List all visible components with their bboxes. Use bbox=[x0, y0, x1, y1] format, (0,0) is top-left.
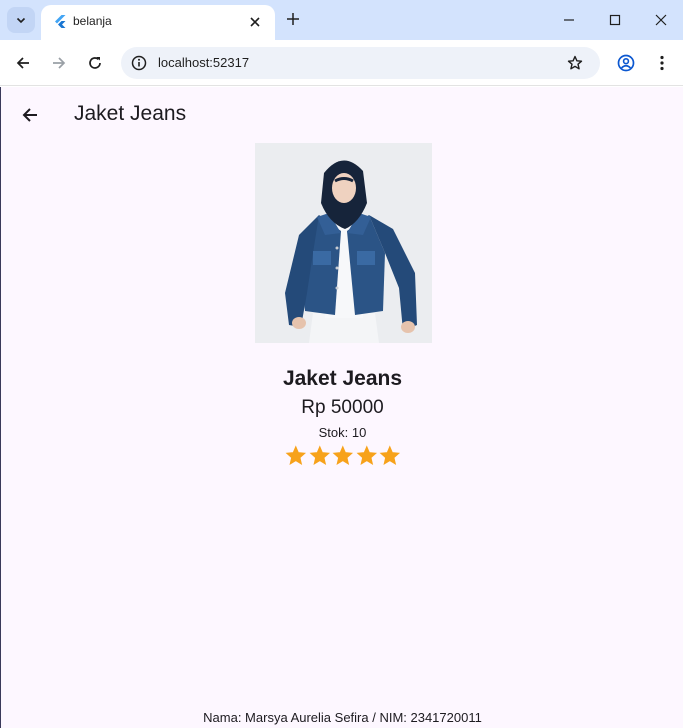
reload-button[interactable] bbox=[83, 51, 107, 75]
app-page: Jaket Jeans Jaket Jeans Rp 50000 Stok: 1… bbox=[0, 87, 683, 728]
new-tab-button[interactable] bbox=[283, 9, 303, 29]
tab-search-button[interactable] bbox=[7, 7, 35, 33]
maximize-icon bbox=[609, 14, 621, 26]
star-icon bbox=[356, 445, 377, 465]
back-button[interactable] bbox=[11, 51, 35, 75]
minimize-icon bbox=[564, 19, 574, 21]
close-icon bbox=[250, 17, 260, 27]
star-outline-icon bbox=[567, 55, 583, 70]
browser-tabstrip: belanja bbox=[0, 0, 683, 40]
site-info-button[interactable] bbox=[129, 53, 149, 73]
product-image bbox=[255, 143, 432, 343]
browser-tab[interactable]: belanja bbox=[41, 5, 275, 40]
menu-button[interactable] bbox=[650, 51, 674, 75]
arrow-left-icon bbox=[22, 108, 37, 122]
info-icon bbox=[131, 55, 147, 71]
window-close-button[interactable] bbox=[649, 8, 673, 32]
chevron-down-icon bbox=[16, 17, 26, 24]
star-icon bbox=[285, 445, 307, 465]
account-icon bbox=[617, 54, 635, 72]
close-icon bbox=[655, 14, 667, 26]
tab-close-button[interactable] bbox=[246, 13, 264, 31]
rating-stars bbox=[284, 444, 402, 468]
star-icon bbox=[332, 445, 354, 465]
reload-icon bbox=[89, 57, 101, 69]
plus-icon bbox=[287, 13, 299, 25]
forward-button[interactable] bbox=[47, 51, 71, 75]
minimize-button[interactable] bbox=[557, 8, 581, 32]
page-title: Jaket Jeans bbox=[74, 102, 187, 125]
star-icon bbox=[379, 445, 401, 465]
product-name: Jaket Jeans bbox=[282, 367, 403, 390]
browser-toolbar: localhost:52317 bbox=[0, 40, 683, 86]
profile-button[interactable] bbox=[614, 51, 638, 75]
maximize-button[interactable] bbox=[603, 8, 627, 32]
arrow-right-icon bbox=[53, 57, 66, 69]
appbar-back-button[interactable] bbox=[17, 102, 43, 128]
star-icon bbox=[309, 445, 330, 465]
tab-title: belanja bbox=[73, 14, 112, 28]
arrow-left-icon bbox=[16, 57, 29, 69]
footer-credit: Nama: Marsya Aurelia Sefira / NIM: 23417… bbox=[203, 710, 482, 725]
address-bar[interactable]: localhost:52317 bbox=[121, 47, 600, 79]
product-price: Rp 50000 bbox=[301, 397, 384, 418]
url-text: localhost:52317 bbox=[158, 55, 250, 70]
product-stock: Stok: 10 bbox=[318, 425, 367, 440]
bookmark-button[interactable] bbox=[565, 53, 585, 73]
more-vert-icon bbox=[660, 55, 664, 71]
flutter-favicon-icon bbox=[55, 15, 66, 28]
